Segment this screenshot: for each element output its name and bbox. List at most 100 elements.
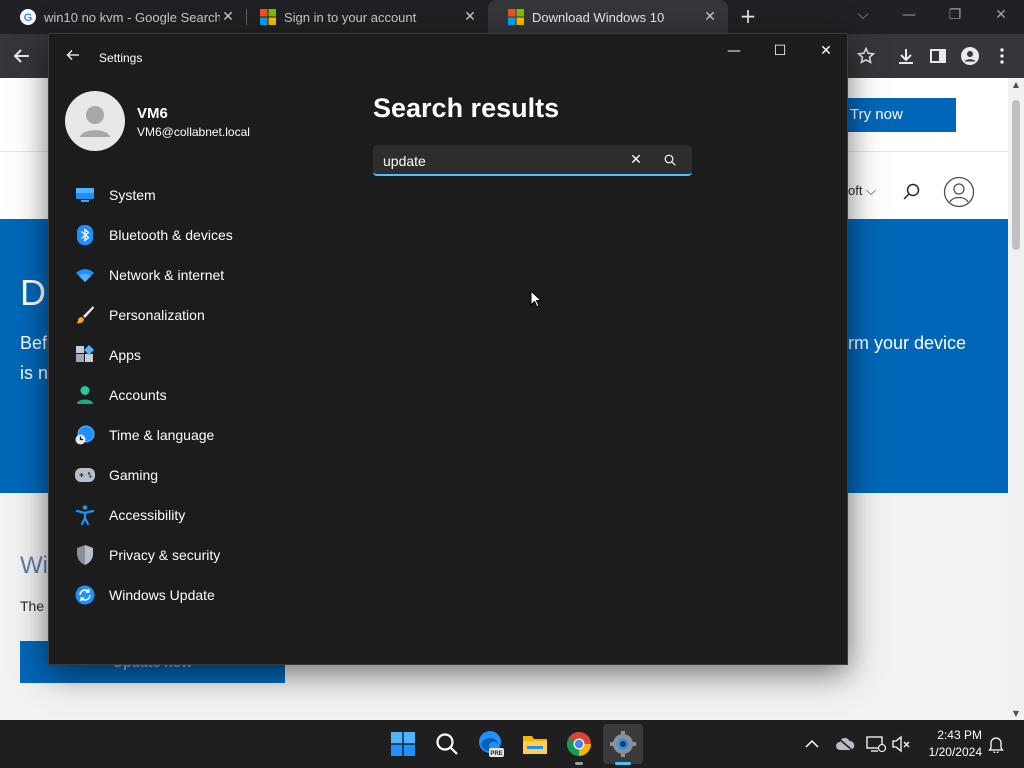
- new-tab-button[interactable]: +: [738, 4, 758, 28]
- sidebar-item-label: Time & language: [109, 427, 215, 443]
- window-title: Settings: [99, 51, 143, 65]
- show-hidden-icons-chevron-icon[interactable]: [802, 734, 822, 754]
- hero-text-line: is n: [20, 363, 49, 383]
- hero-heading: D: [20, 272, 46, 313]
- svg-text:PRE: PRE: [490, 751, 502, 757]
- start-windows-icon[interactable]: [389, 730, 417, 758]
- user-name: VM6: [137, 105, 168, 122]
- accounts-icon: [75, 385, 95, 405]
- download-icon[interactable]: [892, 42, 920, 70]
- network-icon[interactable]: [866, 734, 886, 754]
- tab-label: Download Windows 10: [532, 9, 665, 25]
- sidebar-item-bluetooth[interactable]: Bluetooth & devices: [67, 217, 347, 253]
- maximize-icon[interactable]: ☐: [757, 36, 803, 66]
- sidebar-item-personalization[interactable]: Personalization: [67, 297, 347, 333]
- try-now-button[interactable]: Try now: [836, 98, 956, 132]
- desktop: G win10 no kvm - Google Search ✕ Sign in…: [0, 0, 1024, 768]
- tab-google-search[interactable]: G win10 no kvm - Google Search ✕: [0, 0, 246, 34]
- volume-muted-icon[interactable]: [891, 734, 911, 754]
- account-icon[interactable]: [943, 176, 975, 208]
- clock-date[interactable]: 1/20/2024: [916, 745, 982, 759]
- tab-label: win10 no kvm - Google Search: [44, 9, 220, 25]
- sidebar-item-gaming[interactable]: Gaming: [67, 457, 347, 493]
- bluetooth-icon: [75, 225, 95, 245]
- tab-download-windows[interactable]: Download Windows 10 ✕: [488, 0, 728, 34]
- scroll-up-icon[interactable]: ▲: [1008, 80, 1024, 89]
- microsoft-icon: [508, 9, 524, 25]
- profile-icon[interactable]: [956, 42, 984, 70]
- page-scrollbar[interactable]: ▲ ▼: [1008, 78, 1024, 720]
- windows-update-icon: [75, 585, 95, 605]
- sidebar-item-label: Network & internet: [109, 267, 225, 283]
- sidebar-item-label: System: [109, 187, 156, 203]
- onedrive-offline-icon[interactable]: [835, 734, 855, 754]
- settings-active-indicator: [615, 762, 631, 765]
- sidebar-item-apps[interactable]: Apps: [67, 337, 347, 373]
- scroll-down-icon[interactable]: ▼: [1008, 709, 1024, 718]
- section-text: The: [20, 598, 45, 614]
- microsoft-icon: [260, 9, 276, 25]
- browser-restore-icon[interactable]: ❐: [932, 0, 978, 30]
- browser-minimize-icon[interactable]: —: [886, 0, 932, 30]
- all-microsoft-menu[interactable]: oft ⌵: [848, 183, 876, 199]
- tab-sign-in[interactable]: Sign in to your account ✕: [240, 0, 488, 34]
- sidebar-item-label: Privacy & security: [109, 547, 221, 563]
- sidebar-item-label: Accessibility: [109, 507, 186, 523]
- back-arrow-icon[interactable]: [63, 48, 83, 68]
- shield-icon: [75, 545, 95, 565]
- search-input[interactable]: [383, 151, 613, 171]
- browser-tab-strip: G win10 no kvm - Google Search ✕ Sign in…: [0, 0, 1024, 34]
- settings-search-box[interactable]: ✕: [373, 145, 692, 176]
- close-tab-icon[interactable]: ✕: [220, 9, 236, 25]
- notification-bell-icon[interactable]: [986, 734, 1006, 754]
- sidebar-item-label: Personalization: [109, 307, 205, 323]
- scrollbar-thumb[interactable]: [1012, 100, 1020, 250]
- mouse-cursor-icon: [530, 290, 542, 308]
- bookmark-star-icon[interactable]: [852, 42, 880, 70]
- sidebar-item-label: Apps: [109, 347, 141, 363]
- search-icon[interactable]: [661, 151, 679, 169]
- browser-close-icon[interactable]: ✕: [978, 0, 1024, 30]
- close-icon[interactable]: ✕: [803, 36, 849, 66]
- minimize-icon[interactable]: —: [711, 36, 757, 66]
- user-avatar-icon: [80, 106, 110, 137]
- sidebar-item-time-language[interactable]: Time & language: [67, 417, 347, 453]
- accessibility-icon: [75, 505, 95, 525]
- sidebar-item-privacy-security[interactable]: Privacy & security: [67, 537, 347, 573]
- taskbar-search-icon[interactable]: [433, 730, 461, 758]
- search-icon[interactable]: [903, 183, 921, 201]
- avatar[interactable]: [65, 91, 125, 151]
- settings-window: Settings — ☐ ✕ VM6 VM6@collabnet.local S…: [48, 33, 848, 665]
- gaming-icon: [75, 465, 95, 485]
- sidebar-item-label: Windows Update: [109, 587, 215, 603]
- sidebar-item-accounts[interactable]: Accounts: [67, 377, 347, 413]
- sidebar-item-network[interactable]: Network & internet: [67, 257, 347, 293]
- chrome-icon[interactable]: [565, 730, 593, 758]
- clear-search-icon[interactable]: ✕: [627, 151, 645, 169]
- sidebar-item-system[interactable]: System: [67, 177, 347, 213]
- file-explorer-icon[interactable]: [521, 730, 549, 758]
- back-arrow-icon[interactable]: [8, 42, 36, 70]
- hero-text-line: rm your device: [848, 333, 967, 353]
- sidebar-item-label: Accounts: [109, 387, 167, 403]
- settings-gear-icon[interactable]: [609, 730, 637, 758]
- tab-search-icon[interactable]: ⌵: [840, 0, 886, 30]
- clock-time[interactable]: 2:43 PM: [926, 728, 982, 742]
- side-panel-icon[interactable]: [924, 42, 952, 70]
- brush-icon: [75, 305, 95, 325]
- sidebar-item-accessibility[interactable]: Accessibility: [67, 497, 347, 533]
- edge-beta-icon[interactable]: PRE: [477, 730, 505, 758]
- close-tab-icon[interactable]: ✕: [462, 9, 478, 25]
- user-email: VM6@collabnet.local: [137, 125, 250, 139]
- more-menu-icon[interactable]: [988, 42, 1016, 70]
- section-heading: Wi: [20, 552, 48, 579]
- time-language-icon: [75, 425, 95, 445]
- sidebar-item-label: Gaming: [109, 467, 159, 483]
- sidebar-item-label: Bluetooth & devices: [109, 227, 233, 243]
- hero-text-line: Bef: [20, 333, 48, 353]
- sidebar-item-windows-update[interactable]: Windows Update: [67, 577, 347, 613]
- taskbar: PRE 2:43 PM 1/20/2024: [0, 720, 1024, 768]
- tab-label: Sign in to your account: [284, 9, 417, 25]
- system-icon: [75, 185, 95, 205]
- close-tab-icon[interactable]: ✕: [702, 9, 718, 25]
